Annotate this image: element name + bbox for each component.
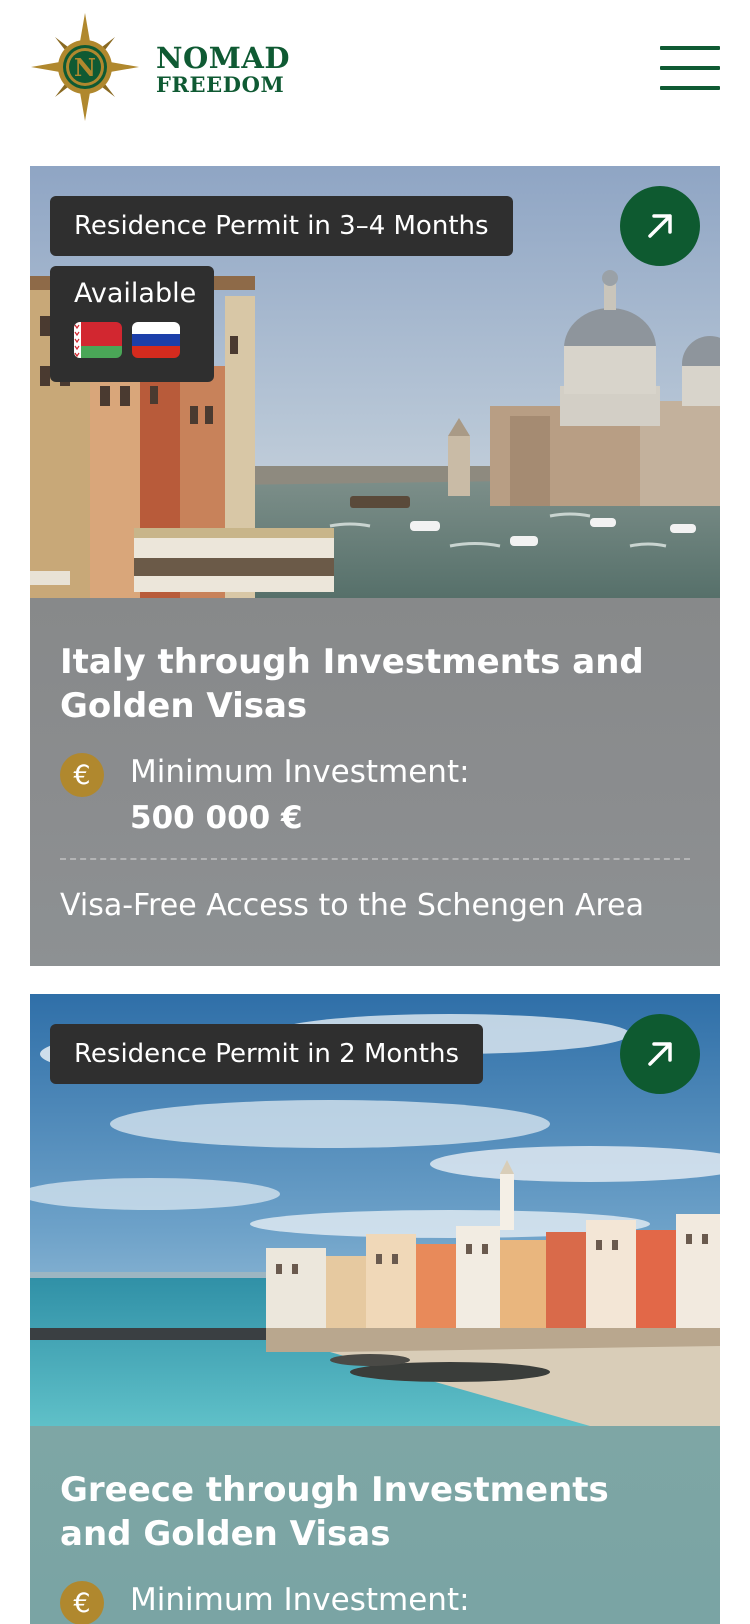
program-title[interactable]: Greece through Investments and Golden Vi… — [60, 1468, 690, 1556]
menu-bar — [660, 46, 720, 50]
minimum-investment-row: € Minimum Investment: 500 000 € — [60, 750, 690, 840]
menu-bar — [660, 86, 720, 90]
program-info-panel: Greece through Investments and Golden Vi… — [30, 1426, 720, 1624]
site-header: N NOMAD FREEDOM — [0, 0, 750, 140]
investment-label: Minimum Investment: — [130, 754, 470, 790]
program-card-greece[interactable]: Residence Permit in 2 Months Greece thro… — [30, 994, 720, 1624]
brand-line-1: NOMAD — [156, 41, 291, 75]
euro-icon: € — [60, 753, 104, 797]
program-card-italy[interactable]: Residence Permit in 3–4 Months Available… — [30, 166, 720, 966]
menu-bar — [660, 66, 720, 70]
investment-label: Minimum Investment: — [130, 1582, 470, 1618]
logo-letter: N — [74, 53, 96, 82]
belarus-flag-icon — [74, 322, 122, 358]
russia-flag-icon — [132, 322, 180, 358]
investment-value: 500 000 € — [130, 800, 303, 836]
open-program-arrow-button[interactable] — [620, 1014, 700, 1094]
arrow-up-right-icon — [648, 1042, 672, 1066]
minimum-investment-row: € Minimum Investment: — [60, 1578, 690, 1624]
arrow-up-right-icon — [648, 214, 672, 238]
available-label: Available — [74, 278, 197, 309]
open-program-arrow-button[interactable] — [620, 186, 700, 266]
euro-icon: € — [60, 1581, 104, 1624]
program-info-panel: Italy through Investments and Golden Vis… — [30, 598, 720, 966]
residence-permit-badge: Residence Permit in 3–4 Months — [50, 196, 513, 256]
available-citizenships-panel: Available — [50, 266, 214, 382]
compass-logo-icon[interactable]: N — [30, 12, 140, 122]
residence-permit-badge: Residence Permit in 2 Months — [50, 1024, 483, 1084]
dashed-divider — [60, 858, 690, 860]
hamburger-menu-icon[interactable] — [660, 44, 720, 92]
brand-line-2: FREEDOM — [156, 72, 285, 97]
program-feature: Visa-Free Access to the Schengen Area — [60, 888, 645, 923]
program-title[interactable]: Italy through Investments and Golden Vis… — [60, 640, 690, 728]
brand-name[interactable]: NOMAD FREEDOM — [156, 41, 291, 97]
